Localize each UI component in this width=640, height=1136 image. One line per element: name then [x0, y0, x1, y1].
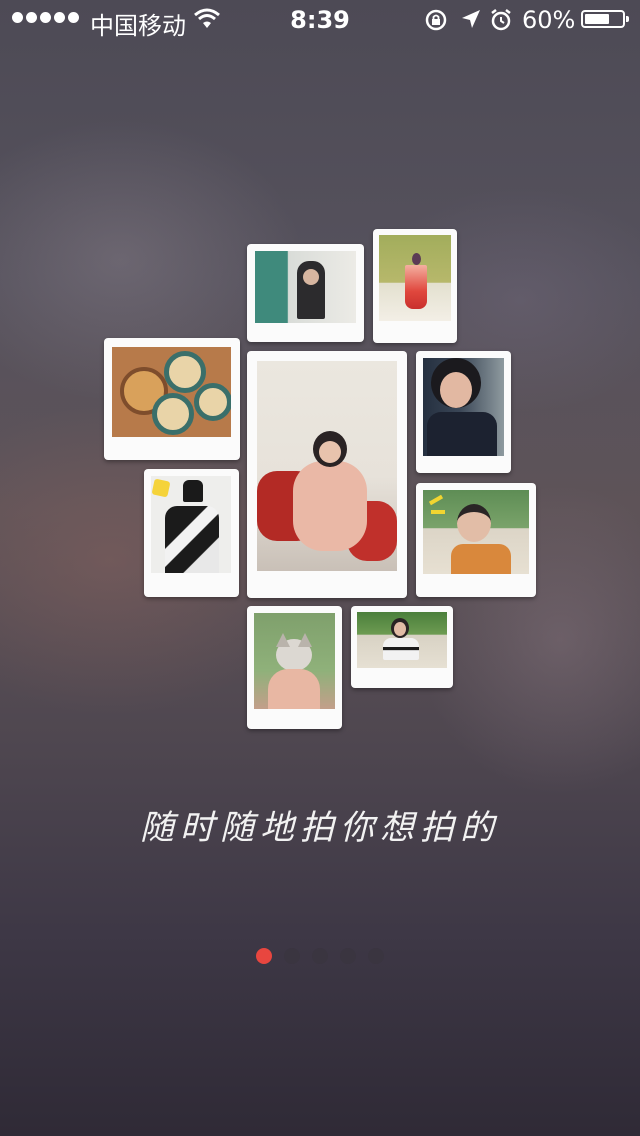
photo-kitten [247, 606, 342, 729]
alarm-clock-icon [491, 9, 511, 31]
location-arrow-icon [462, 10, 480, 28]
page-dot-1[interactable] [256, 948, 272, 964]
battery-icon [581, 10, 629, 28]
page-dot-2[interactable] [284, 948, 300, 964]
photo-girl-pajamas [247, 351, 407, 598]
page-indicator[interactable] [0, 948, 640, 964]
photo-girl-window [247, 244, 364, 342]
page-dot-3[interactable] [312, 948, 328, 964]
photo-girl-black-white-jacket [144, 469, 239, 597]
page-dot-5[interactable] [368, 948, 384, 964]
page-dot-4[interactable] [340, 948, 356, 964]
photo-red-drink [373, 229, 457, 343]
onboarding-screen[interactable]: 中国移动 8:39 60% 随时随地拍你想拍的 [0, 0, 640, 1136]
rotation-lock-icon [425, 9, 447, 31]
photo-coffee-cups [104, 338, 240, 460]
photo-girl-car-selfie [416, 351, 511, 473]
status-bar: 中国移动 8:39 60% [0, 0, 640, 40]
battery-percent: 60% [522, 6, 576, 34]
onboarding-caption: 随时随地拍你想拍的 [140, 808, 500, 848]
photo-girl-sitting-road [351, 606, 453, 688]
photo-girl-peace-sign [416, 483, 536, 597]
